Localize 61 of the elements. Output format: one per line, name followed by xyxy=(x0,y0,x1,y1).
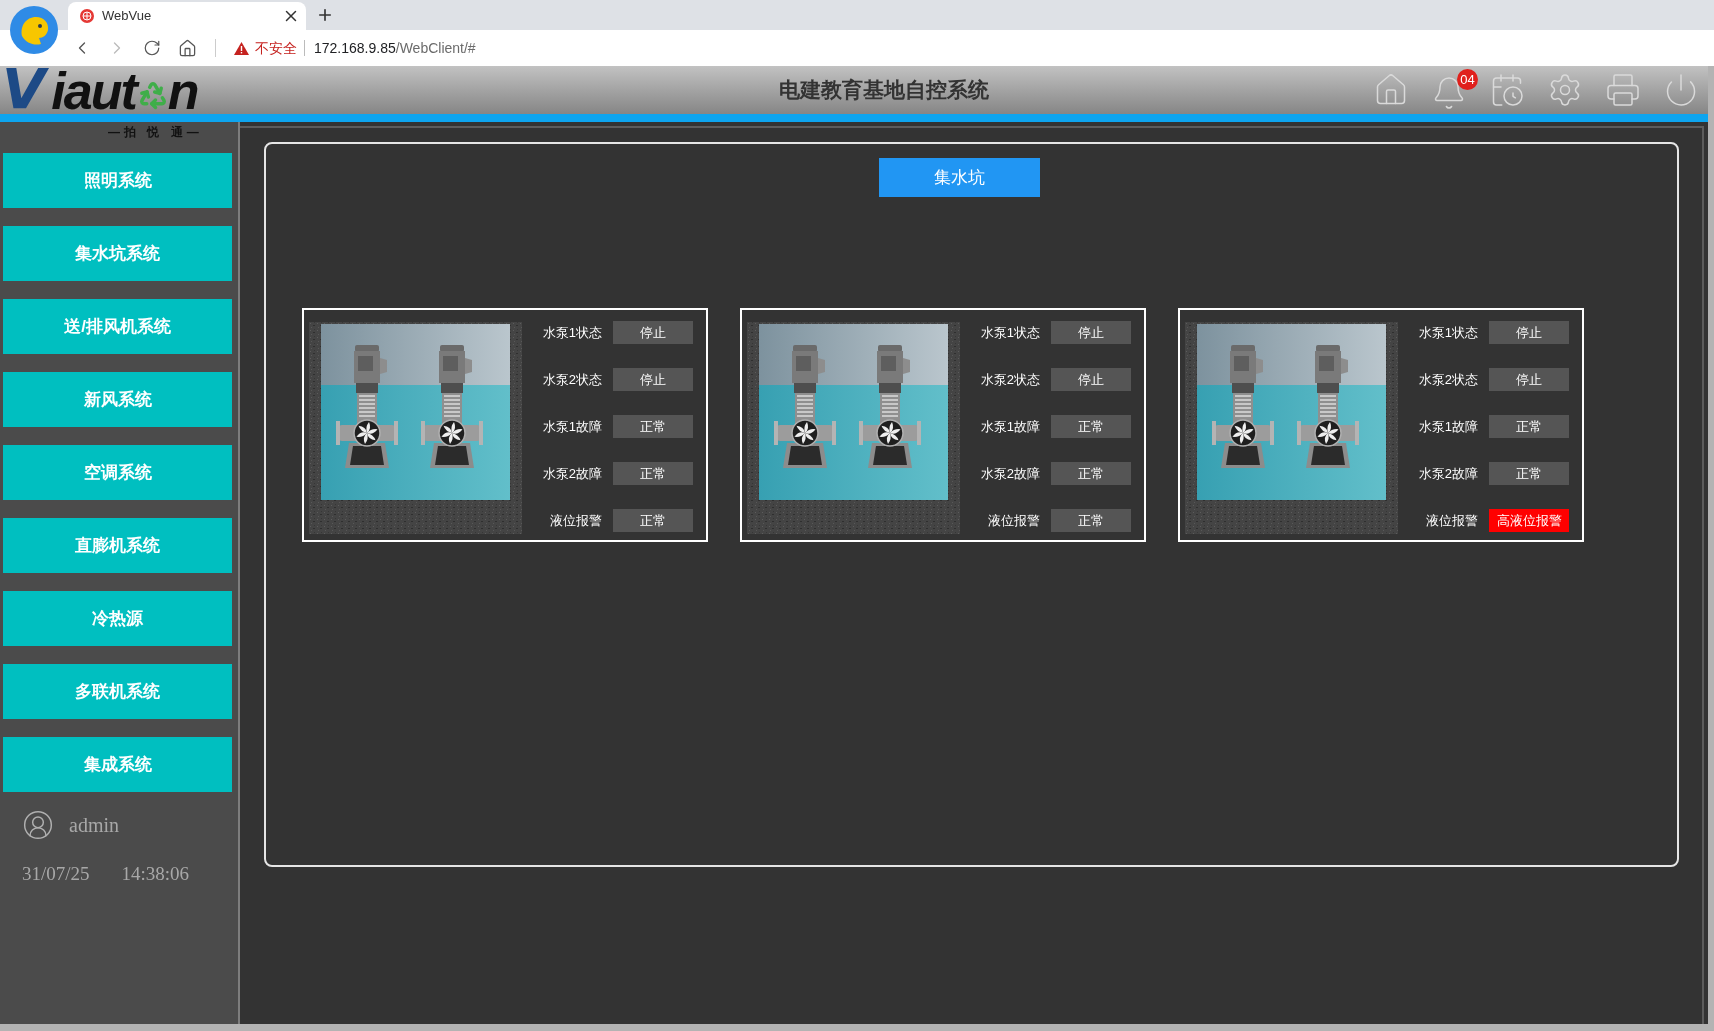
status-value: 停止 xyxy=(1489,321,1569,344)
reload-icon[interactable] xyxy=(143,39,161,57)
status-label: 水泵1故障 xyxy=(542,417,602,436)
status-label: 水泵1故障 xyxy=(980,417,1040,436)
warning-icon xyxy=(234,41,249,55)
favicon-icon xyxy=(80,9,94,23)
status-value: 正常 xyxy=(1489,462,1569,485)
sidebar-item[interactable]: 集水坑系统 xyxy=(3,226,232,281)
status-label: 液位报警 xyxy=(1426,511,1478,530)
security-label[interactable]: 不安全 xyxy=(255,37,297,59)
status-value: 高液位报警 xyxy=(1489,509,1569,532)
status-label: 水泵1状态 xyxy=(542,323,602,342)
recycle-icon xyxy=(137,80,168,110)
status-value: 正常 xyxy=(613,509,693,532)
new-tab-icon[interactable] xyxy=(316,6,334,24)
status-label: 水泵2故障 xyxy=(1418,464,1478,483)
url-path-text[interactable]: /WebClient/# xyxy=(395,37,476,59)
status-label: 水泵1状态 xyxy=(980,323,1040,342)
home-icon[interactable] xyxy=(178,38,197,58)
sidebar-item[interactable]: 空调系统 xyxy=(3,445,232,500)
date-text: 31/07/25 xyxy=(22,862,90,886)
printer-icon[interactable] xyxy=(1605,72,1641,108)
status-label: 水泵2状态 xyxy=(542,370,602,389)
sidebar-item[interactable]: 多联机系统 xyxy=(3,664,232,719)
sidebar-item[interactable]: 冷热源 xyxy=(3,591,232,646)
status-label: 液位报警 xyxy=(550,511,602,530)
browser-tab[interactable]: WebVue xyxy=(68,2,306,30)
sidebar-item[interactable]: 直膨机系统 xyxy=(3,518,232,573)
user-icon xyxy=(22,809,54,841)
section-button[interactable]: 集水坑 xyxy=(879,158,1040,197)
status-label: 水泵1状态 xyxy=(1418,323,1478,342)
time-text: 14:38:06 xyxy=(121,862,190,886)
logo-text: n xyxy=(167,68,200,114)
status-label: 水泵1故障 xyxy=(1418,417,1478,436)
status-value: 正常 xyxy=(613,415,693,438)
sidebar-item[interactable]: 照明系统 xyxy=(3,153,232,208)
status-value: 停止 xyxy=(1051,368,1131,391)
status-value: 正常 xyxy=(1051,509,1131,532)
url-host-text[interactable]: 172.168.9.85 xyxy=(314,37,396,59)
username: admin xyxy=(69,813,119,838)
status-value: 正常 xyxy=(1051,462,1131,485)
status-label: 水泵2状态 xyxy=(980,370,1040,389)
app-title: 电建教育基地自控系统 xyxy=(778,77,989,104)
status-label: 水泵2故障 xyxy=(980,464,1040,483)
status-value: 停止 xyxy=(1051,321,1131,344)
status-value: 停止 xyxy=(1489,368,1569,391)
sidebar-item[interactable]: 新风系统 xyxy=(3,372,232,427)
status-value: 停止 xyxy=(613,321,693,344)
status-value: 正常 xyxy=(613,462,693,485)
status-value: 正常 xyxy=(1489,415,1569,438)
tab-title: WebVue xyxy=(102,7,153,26)
notifications-button[interactable]: 04 xyxy=(1431,69,1478,111)
status-label: 水泵2故障 xyxy=(542,464,602,483)
logo-tagline: —拍 悦 通— xyxy=(108,125,203,139)
status-value: 停止 xyxy=(613,368,693,391)
sidebar-item[interactable]: 送/排风机系统 xyxy=(3,299,232,354)
sidebar-item[interactable]: 集成系统 xyxy=(3,737,232,792)
status-label: 液位报警 xyxy=(988,511,1040,530)
status-value: 正常 xyxy=(1051,415,1131,438)
status-label: 水泵2状态 xyxy=(1418,370,1478,389)
notification-badge: 04 xyxy=(1457,69,1478,90)
